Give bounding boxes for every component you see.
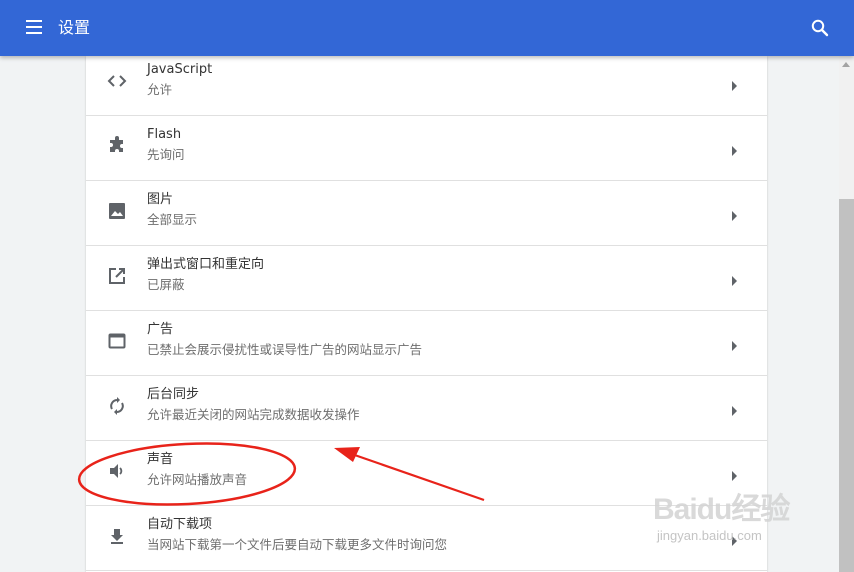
row-subtitle: 全部显示	[147, 212, 198, 227]
chevron-right-icon	[731, 271, 739, 286]
image-icon	[107, 201, 127, 221]
chevron-right-icon	[731, 206, 739, 221]
search-icon[interactable]	[810, 18, 830, 38]
chevron-right-icon	[731, 401, 739, 416]
row-title: 声音	[147, 452, 174, 467]
settings-row-sound[interactable]: 声音 允许网站播放声音	[86, 441, 767, 506]
row-subtitle: 允许网站播放声音	[147, 472, 248, 487]
scroll-up-arrow-icon[interactable]	[842, 62, 850, 67]
row-subtitle: 允许最近关闭的网站完成数据收发操作	[147, 407, 360, 422]
chevron-right-icon	[731, 336, 739, 351]
chevron-right-icon	[731, 466, 739, 481]
app-header: 设置	[0, 0, 854, 56]
puzzle-icon	[107, 136, 127, 156]
settings-row-javascript[interactable]: JavaScript 允许	[86, 56, 767, 116]
row-title: Flash	[147, 127, 182, 142]
settings-row-background-sync[interactable]: 后台同步 允许最近关闭的网站完成数据收发操作	[86, 376, 767, 441]
code-icon	[107, 71, 127, 91]
page-title: 设置	[58, 18, 91, 37]
row-subtitle: 已禁止会展示侵扰性或误导性广告的网站显示广告	[147, 342, 423, 357]
settings-list: JavaScript 允许 Flash 先询问 图片 全部显示 弹出式窗口和重定…	[86, 56, 767, 572]
row-title: 自动下载项	[147, 517, 213, 532]
row-subtitle: 已屏蔽	[147, 277, 185, 292]
row-subtitle: 先询问	[147, 147, 185, 162]
row-title: JavaScript	[147, 62, 213, 77]
volume-icon	[107, 461, 127, 481]
settings-row-auto-downloads[interactable]: 自动下载项 当网站下载第一个文件后要自动下载更多文件时询问您	[86, 506, 767, 571]
web-window-icon	[107, 331, 127, 351]
settings-row-popups[interactable]: 弹出式窗口和重定向 已屏蔽	[86, 246, 767, 311]
row-title: 图片	[147, 192, 174, 207]
chevron-right-icon	[731, 531, 739, 546]
menu-icon[interactable]	[24, 17, 44, 37]
settings-row-images[interactable]: 图片 全部显示	[86, 181, 767, 246]
chevron-right-icon	[731, 76, 739, 91]
settings-row-flash[interactable]: Flash 先询问	[86, 116, 767, 181]
row-title: 弹出式窗口和重定向	[147, 257, 265, 272]
download-icon	[107, 526, 127, 546]
row-title: 广告	[147, 322, 174, 337]
chevron-right-icon	[731, 141, 739, 156]
settings-row-ads[interactable]: 广告 已禁止会展示侵扰性或误导性广告的网站显示广告	[86, 311, 767, 376]
row-subtitle: 允许	[147, 82, 173, 97]
scrollbar-thumb[interactable]	[839, 199, 854, 572]
open-in-new-icon	[107, 266, 127, 286]
row-title: 后台同步	[147, 387, 200, 402]
sync-icon	[107, 396, 127, 416]
row-subtitle: 当网站下载第一个文件后要自动下载更多文件时询问您	[147, 537, 448, 552]
